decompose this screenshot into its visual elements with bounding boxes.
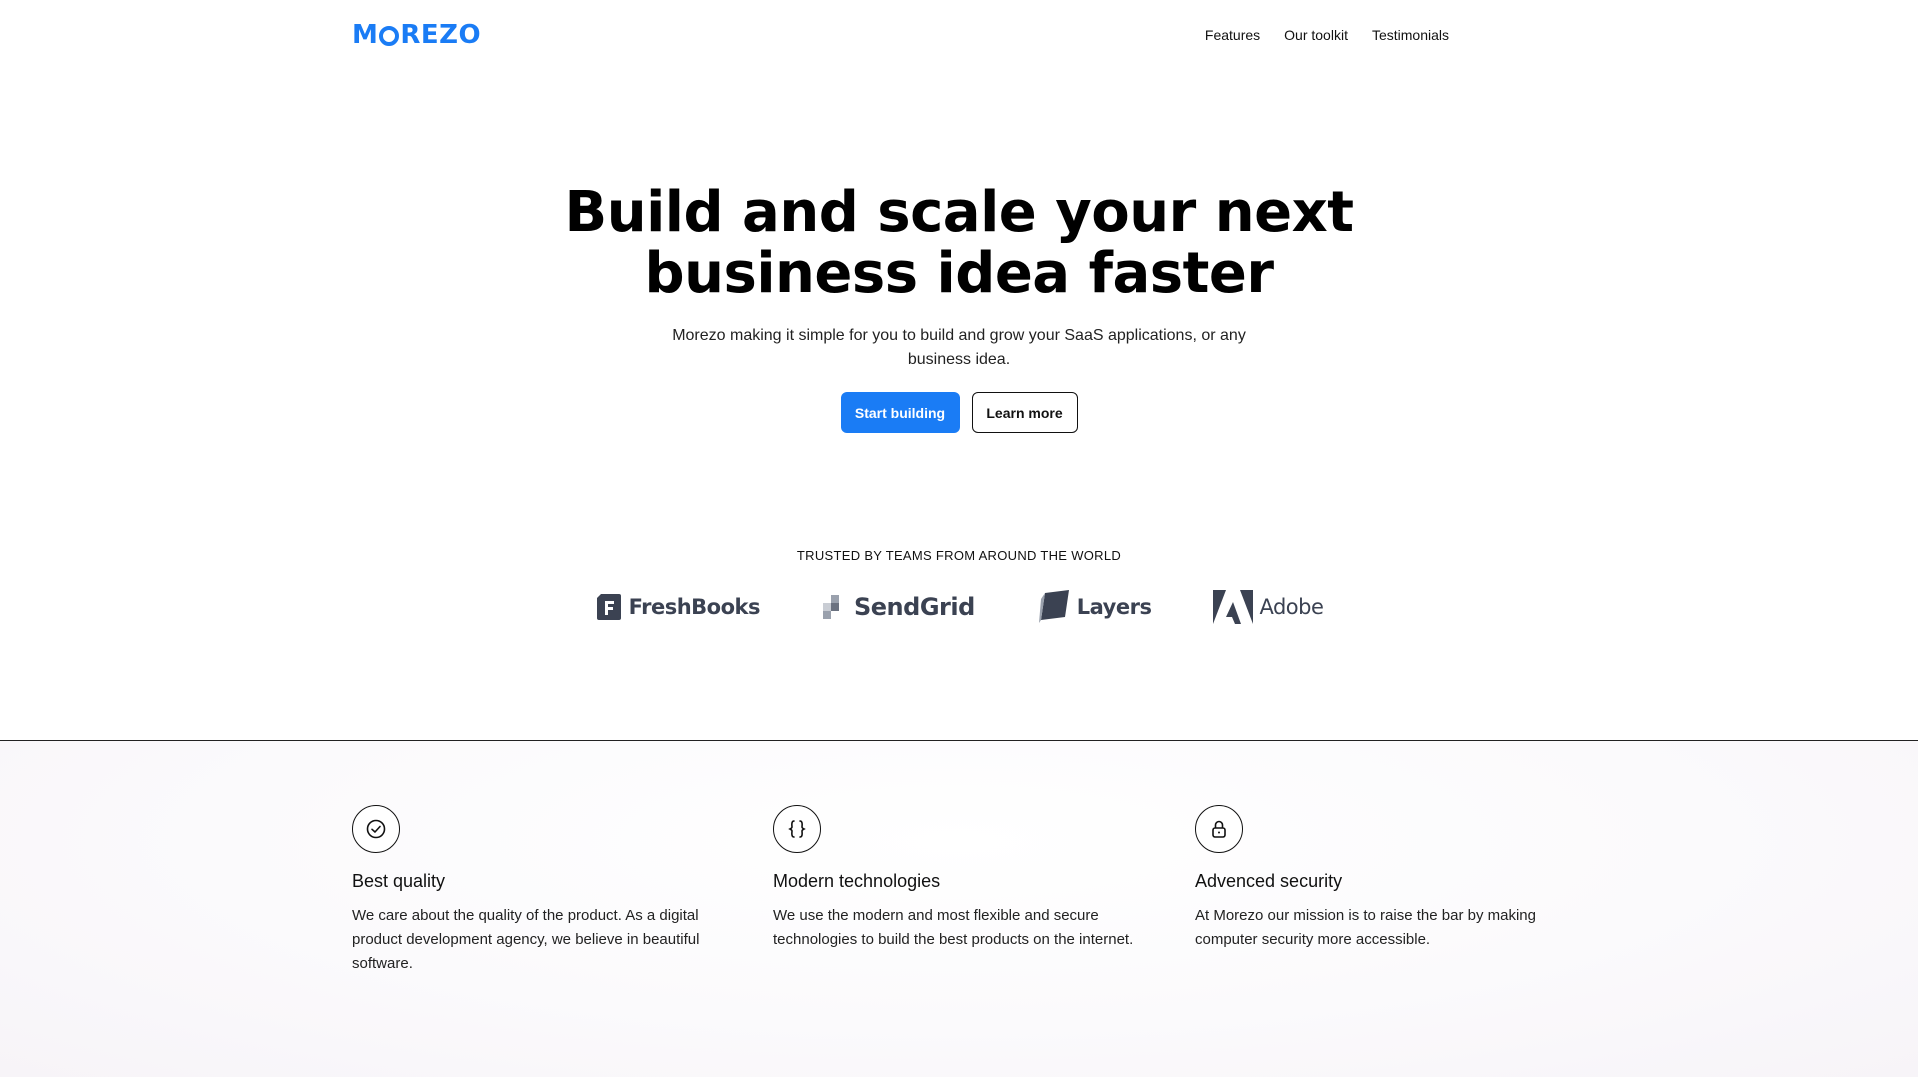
feature-modern-technologies: Modern technologies We use the modern an…: [773, 805, 1143, 952]
trusted-section: TRUSTED BY TEAMS FROM AROUND THE WORLD F…: [0, 548, 1918, 625]
brand-sendgrid: SendGrid: [822, 593, 975, 621]
check-circle-icon: [352, 805, 400, 853]
logo-o-mark: [379, 26, 400, 46]
feature-title: Best quality: [352, 871, 446, 891]
layers-name: Layers: [1076, 595, 1152, 619]
feature-text: We use the modern and most flexible and …: [773, 907, 1134, 948]
nav-features[interactable]: Features: [1205, 27, 1260, 43]
main-nav: Features Our toolkit Testimonials: [1205, 27, 1449, 43]
lock-icon: [1195, 805, 1243, 853]
feature-text: We care about the quality of the product…: [352, 907, 700, 972]
hero-subtitle: Morezo making it simple for you to build…: [672, 327, 1246, 368]
site-header: M REZO Features Our toolkit Testimonials: [0, 0, 1918, 72]
hero-title: Build and scale your next business idea …: [564, 180, 1354, 306]
sendgrid-name: SendGrid: [853, 593, 975, 621]
cta-row: Start building Learn more: [0, 392, 1918, 433]
hero-section: Build and scale your next business idea …: [0, 182, 1918, 433]
brand-adobe: Adobe: [1213, 590, 1324, 624]
feature-best-quality: Best quality We care about the quality o…: [352, 805, 722, 976]
adobe-name: Adobe: [1259, 595, 1324, 619]
brand-logos: FreshBooks SendGrid Layers Adobe: [0, 589, 1918, 625]
adobe-logo-icon: [1213, 590, 1254, 624]
nav-testimonials[interactable]: Testimonials: [1372, 27, 1449, 43]
freshbooks-logo-icon: [596, 594, 621, 620]
feature-text: At Morezo our mission is to raise the ba…: [1195, 907, 1536, 948]
brand-layers: Layers: [1037, 589, 1152, 625]
code-braces-icon: [773, 805, 821, 853]
nav-our-toolkit[interactable]: Our toolkit: [1284, 27, 1348, 43]
freshbooks-name: FreshBooks: [628, 595, 761, 619]
start-building-button[interactable]: Start building: [840, 392, 960, 433]
features-section: Best quality We care about the quality o…: [0, 741, 1918, 1077]
learn-more-button[interactable]: Learn more: [971, 392, 1078, 433]
feature-advanced-security: Advenced security At Morezo our mission …: [1195, 805, 1565, 952]
brand-freshbooks: FreshBooks: [595, 592, 760, 622]
feature-title: Advenced security: [1195, 871, 1343, 891]
logo-text: M: [352, 20, 379, 50]
trusted-label: TRUSTED BY TEAMS FROM AROUND THE WORLD: [796, 548, 1122, 563]
feature-title: Modern technologies: [773, 871, 941, 891]
logo[interactable]: M REZO: [352, 20, 481, 50]
sendgrid-logo-icon: [822, 595, 839, 619]
layers-logo-icon: [1038, 590, 1069, 623]
